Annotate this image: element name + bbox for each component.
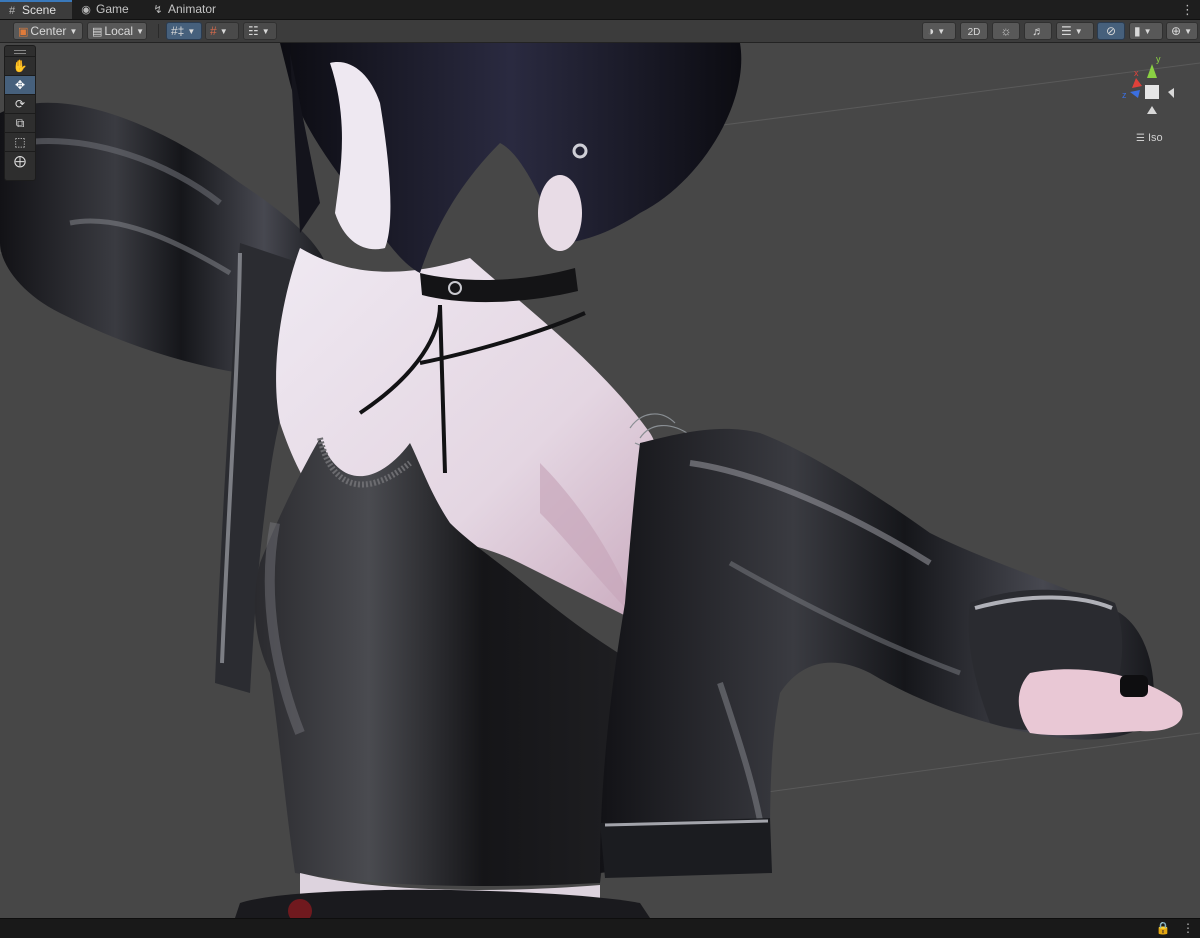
x-axis-cone-icon[interactable]	[1132, 78, 1142, 88]
mode-2d-label: 2D	[967, 27, 981, 38]
neg-y-axis-cone-icon[interactable]	[1147, 106, 1157, 114]
gizmo-z-label: z	[1122, 90, 1127, 100]
chevron-down-icon: ▼	[261, 27, 270, 36]
gizmos-dropdown[interactable]: ⊕ ▼	[1166, 22, 1198, 40]
gizmo-x-label: x	[1134, 68, 1139, 78]
tab-animator[interactable]: ↯ Animator	[146, 0, 226, 19]
gizmo-y-label: y	[1156, 54, 1161, 64]
tab-scene-label: Scene	[22, 3, 57, 17]
mode-2d-button[interactable]: 2D	[960, 22, 988, 40]
grid-visibility-icon: ☷	[248, 24, 259, 38]
scene-viewport[interactable]: ✋ ✥ ⟳ ⧉ ⬚ ⨁ y x z ☰ Iso	[0, 43, 1200, 918]
combined-transform-icon: ⨁	[14, 154, 26, 168]
pivot-icon: ▣	[18, 26, 29, 38]
scene-visibility-toggle[interactable]: ⊘	[1097, 22, 1125, 40]
scene-render-avatar	[0, 43, 1200, 918]
move-tool-button[interactable]: ✥	[5, 76, 35, 95]
draw-mode-dropdown[interactable]: ◑ ▼	[922, 22, 956, 40]
cube-icon: ▤	[92, 26, 103, 38]
lightbulb-icon: ☼	[1000, 24, 1012, 38]
z-axis-cone-icon[interactable]	[1130, 90, 1140, 98]
chevron-down-icon: ▼	[69, 27, 78, 36]
animator-icon: ↯	[153, 4, 163, 16]
rotate-tool-button[interactable]: ⟳	[5, 95, 35, 114]
chevron-down-icon: ▼	[1184, 27, 1192, 36]
scale-icon: ⧉	[15, 116, 25, 130]
rect-tool-button[interactable]: ⬚	[5, 133, 35, 152]
chevron-down-icon: ▼	[219, 27, 228, 36]
tab-menu-icon[interactable]: ⋮	[1181, 0, 1194, 19]
gizmo-center-cube[interactable]	[1145, 85, 1159, 99]
chevron-down-icon: ▼	[937, 27, 946, 36]
effects-dropdown[interactable]: ☰ ▼	[1056, 22, 1094, 40]
space-mode-label: Local	[104, 24, 134, 38]
tab-game-label: Game	[96, 2, 129, 16]
tab-animator-label: Animator	[168, 2, 217, 16]
chevron-down-icon: ▼	[136, 27, 145, 36]
scene-toolbar: ▣ Center ▼ ▤ Local ▼ #‡ ▼ # ▼ ☷ ▼ ◑ ▼ 2D ☼ ♬ ☰ ▼ …	[0, 20, 1200, 43]
space-mode-dropdown[interactable]: ▤ Local ▼	[87, 22, 147, 40]
gizmo-globe-icon: ⊕	[1171, 24, 1182, 38]
effects-layers-icon: ☰	[1061, 24, 1072, 38]
hand-icon: ✋	[12, 59, 28, 73]
projection-label: Iso	[1147, 132, 1163, 144]
scene-grid-icon: #	[8, 5, 16, 17]
transform-tools-palette: ✋ ✥ ⟳ ⧉ ⬚ ⨁	[4, 45, 36, 181]
tab-scene[interactable]: # Scene	[0, 0, 72, 19]
hand-tool-button[interactable]: ✋	[5, 57, 35, 76]
eye-slash-icon: ⊘	[1105, 24, 1117, 38]
pivot-mode-label: Center	[30, 24, 67, 38]
camera-icon: ▮	[1134, 24, 1141, 38]
chevron-down-icon: ▼	[1074, 27, 1083, 36]
move-arrows-icon: ✥	[14, 78, 26, 92]
status-bar: 🔒 ⋮	[0, 918, 1200, 938]
tab-game[interactable]: ◉ Game	[74, 0, 144, 19]
y-axis-cone-icon[interactable]	[1147, 64, 1157, 78]
chevron-down-icon: ▼	[187, 27, 196, 36]
palette-drag-handle[interactable]	[5, 46, 35, 57]
camera-settings-dropdown[interactable]: ▮ ▼	[1129, 22, 1163, 40]
pivot-mode-dropdown[interactable]: ▣ Center ▼	[13, 22, 83, 40]
increment-snap-icon: #	[210, 24, 217, 38]
scale-tool-button[interactable]: ⧉	[5, 114, 35, 133]
projection-toggle[interactable]: ☰ Iso	[1136, 132, 1163, 144]
menu-lines-icon: ☰	[1136, 133, 1145, 144]
audio-toggle[interactable]: ♬	[1024, 22, 1052, 40]
neg-x-axis-cone-icon[interactable]	[1168, 88, 1174, 98]
increment-snap-dropdown[interactable]: # ▼	[205, 22, 239, 40]
lock-icon[interactable]: 🔒	[1156, 921, 1171, 935]
window-tab-strip: # Scene ◉ Game ↯ Animator ⋮	[0, 0, 1200, 20]
status-bar-controls: 🔒 ⋮	[1156, 919, 1194, 938]
shading-mode-icon: ◑	[927, 24, 935, 38]
gamepad-icon: ◉	[81, 4, 91, 16]
lighting-toggle[interactable]: ☼	[992, 22, 1020, 40]
rect-transform-icon: ⬚	[14, 135, 26, 149]
grid-snapping-toggle[interactable]: #‡ ▼	[166, 22, 202, 40]
transform-tool-button[interactable]: ⨁	[5, 152, 35, 171]
rotate-icon: ⟳	[14, 97, 26, 111]
more-menu-icon[interactable]: ⋮	[1182, 921, 1194, 935]
orientation-gizmo[interactable]: y x z	[1112, 52, 1190, 130]
grid-snap-icon: #‡	[171, 24, 185, 38]
grid-visibility-dropdown[interactable]: ☷ ▼	[243, 22, 277, 40]
chevron-down-icon: ▼	[1143, 27, 1152, 36]
speaker-icon: ♬	[1032, 24, 1044, 38]
toolbar-divider	[158, 24, 159, 38]
